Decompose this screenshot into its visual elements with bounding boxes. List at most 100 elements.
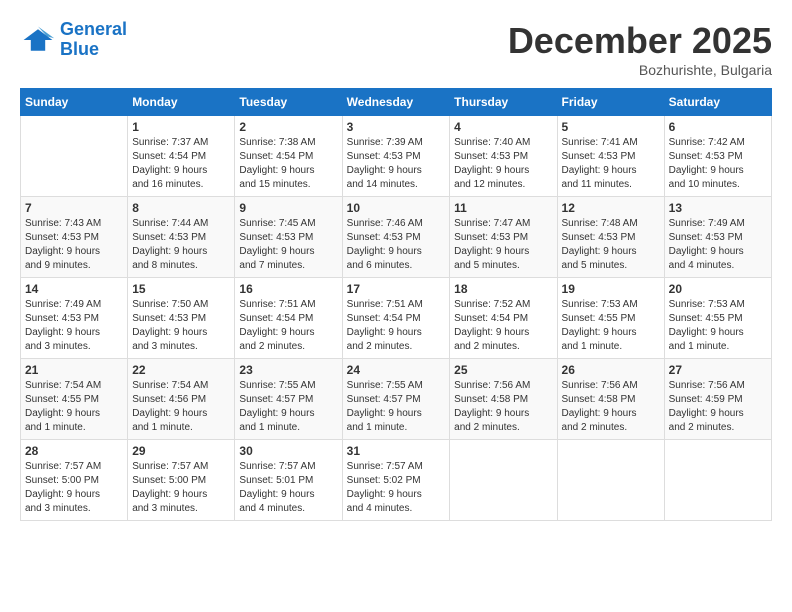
day-info: Sunrise: 7:42 AM Sunset: 4:53 PM Dayligh… — [669, 136, 767, 192]
weekday-header-friday: Friday — [557, 89, 664, 116]
day-info: Sunrise: 7:56 AM Sunset: 4:58 PM Dayligh… — [454, 379, 552, 435]
calendar-cell: 31 Sunrise: 7:57 AM Sunset: 5:02 PM Dayli… — [342, 440, 450, 521]
day-number: 27 — [669, 363, 767, 377]
day-number: 17 — [347, 282, 446, 296]
day-number: 20 — [669, 282, 767, 296]
day-number: 24 — [347, 363, 446, 377]
day-number: 1 — [132, 120, 230, 134]
calendar-cell — [557, 440, 664, 521]
day-info: Sunrise: 7:53 AM Sunset: 4:55 PM Dayligh… — [669, 298, 767, 354]
day-number: 7 — [25, 201, 123, 215]
day-number: 15 — [132, 282, 230, 296]
calendar-cell: 19 Sunrise: 7:53 AM Sunset: 4:55 PM Dayli… — [557, 278, 664, 359]
calendar-cell: 22 Sunrise: 7:54 AM Sunset: 4:56 PM Dayli… — [128, 359, 235, 440]
weekday-header-wednesday: Wednesday — [342, 89, 450, 116]
calendar-cell: 8Sunrise: 7:44 AM Sunset: 4:53 PM Daylig… — [128, 197, 235, 278]
day-number: 9 — [239, 201, 337, 215]
day-number: 11 — [454, 201, 552, 215]
weekday-header-saturday: Saturday — [664, 89, 771, 116]
day-number: 26 — [562, 363, 660, 377]
calendar-cell: 11 Sunrise: 7:47 AM Sunset: 4:53 PM Dayli… — [450, 197, 557, 278]
day-number: 13 — [669, 201, 767, 215]
day-number: 14 — [25, 282, 123, 296]
calendar-week-4: 21 Sunrise: 7:54 AM Sunset: 4:55 PM Dayli… — [21, 359, 772, 440]
day-number: 22 — [132, 363, 230, 377]
day-number: 31 — [347, 444, 446, 458]
day-number: 3 — [347, 120, 446, 134]
logo: General Blue — [20, 20, 127, 60]
calendar-cell: 15 Sunrise: 7:50 AM Sunset: 4:53 PM Dayli… — [128, 278, 235, 359]
day-number: 8 — [132, 201, 230, 215]
day-number: 30 — [239, 444, 337, 458]
calendar-cell — [450, 440, 557, 521]
calendar-cell: 3Sunrise: 7:39 AM Sunset: 4:53 PM Daylig… — [342, 116, 450, 197]
day-info: Sunrise: 7:57 AM Sunset: 5:00 PM Dayligh… — [25, 460, 123, 516]
day-number: 16 — [239, 282, 337, 296]
day-info: Sunrise: 7:50 AM Sunset: 4:53 PM Dayligh… — [132, 298, 230, 354]
day-info: Sunrise: 7:55 AM Sunset: 4:57 PM Dayligh… — [239, 379, 337, 435]
calendar-cell: 30 Sunrise: 7:57 AM Sunset: 5:01 PM Dayli… — [235, 440, 342, 521]
calendar-cell: 9 Sunrise: 7:45 AM Sunset: 4:53 PM Daylig… — [235, 197, 342, 278]
calendar-cell: 23 Sunrise: 7:55 AM Sunset: 4:57 PM Dayli… — [235, 359, 342, 440]
day-info: Sunrise: 7:56 AM Sunset: 4:59 PM Dayligh… — [669, 379, 767, 435]
location: Bozhurishte, Bulgaria — [508, 62, 772, 78]
day-info: Sunrise: 7:45 AM Sunset: 4:53 PM Dayligh… — [239, 217, 337, 273]
day-number: 6 — [669, 120, 767, 134]
day-number: 19 — [562, 282, 660, 296]
day-info: Sunrise: 7:53 AM Sunset: 4:55 PM Dayligh… — [562, 298, 660, 354]
calendar-cell: 12 Sunrise: 7:48 AM Sunset: 4:53 PM Dayli… — [557, 197, 664, 278]
day-info: Sunrise: 7:38 AM Sunset: 4:54 PM Dayligh… — [239, 136, 337, 192]
calendar-cell: 27 Sunrise: 7:56 AM Sunset: 4:59 PM Dayli… — [664, 359, 771, 440]
day-info: Sunrise: 7:48 AM Sunset: 4:53 PM Dayligh… — [562, 217, 660, 273]
day-info: Sunrise: 7:54 AM Sunset: 4:56 PM Dayligh… — [132, 379, 230, 435]
day-number: 18 — [454, 282, 552, 296]
day-info: Sunrise: 7:51 AM Sunset: 4:54 PM Dayligh… — [239, 298, 337, 354]
month-title: December 2025 — [508, 20, 772, 62]
calendar-cell: 20 Sunrise: 7:53 AM Sunset: 4:55 PM Dayli… — [664, 278, 771, 359]
day-info: Sunrise: 7:41 AM Sunset: 4:53 PM Dayligh… — [562, 136, 660, 192]
weekday-header-thursday: Thursday — [450, 89, 557, 116]
day-info: Sunrise: 7:57 AM Sunset: 5:00 PM Dayligh… — [132, 460, 230, 516]
day-number: 12 — [562, 201, 660, 215]
calendar-cell: 4Sunrise: 7:40 AM Sunset: 4:53 PM Daylig… — [450, 116, 557, 197]
day-number: 23 — [239, 363, 337, 377]
day-number: 4 — [454, 120, 552, 134]
calendar-week-3: 14Sunrise: 7:49 AM Sunset: 4:53 PM Dayli… — [21, 278, 772, 359]
day-number: 29 — [132, 444, 230, 458]
weekday-header-sunday: Sunday — [21, 89, 128, 116]
calendar-cell: 16 Sunrise: 7:51 AM Sunset: 4:54 PM Dayli… — [235, 278, 342, 359]
weekday-header-tuesday: Tuesday — [235, 89, 342, 116]
day-number: 28 — [25, 444, 123, 458]
day-info: Sunrise: 7:47 AM Sunset: 4:53 PM Dayligh… — [454, 217, 552, 273]
day-info: Sunrise: 7:57 AM Sunset: 5:01 PM Dayligh… — [239, 460, 337, 516]
calendar-cell: 26 Sunrise: 7:56 AM Sunset: 4:58 PM Dayli… — [557, 359, 664, 440]
calendar-cell: 6 Sunrise: 7:42 AM Sunset: 4:53 PM Daylig… — [664, 116, 771, 197]
day-info: Sunrise: 7:54 AM Sunset: 4:55 PM Dayligh… — [25, 379, 123, 435]
calendar-week-2: 7Sunrise: 7:43 AM Sunset: 4:53 PM Daylig… — [21, 197, 772, 278]
day-number: 21 — [25, 363, 123, 377]
calendar-cell — [664, 440, 771, 521]
calendar-cell: 13 Sunrise: 7:49 AM Sunset: 4:53 PM Dayli… — [664, 197, 771, 278]
calendar-cell: 14Sunrise: 7:49 AM Sunset: 4:53 PM Dayli… — [21, 278, 128, 359]
logo-icon — [20, 22, 56, 58]
day-info: Sunrise: 7:49 AM Sunset: 4:53 PM Dayligh… — [669, 217, 767, 273]
calendar-cell: 17Sunrise: 7:51 AM Sunset: 4:54 PM Dayli… — [342, 278, 450, 359]
weekday-header-row: SundayMondayTuesdayWednesdayThursdayFrid… — [21, 89, 772, 116]
calendar-week-1: 1 Sunrise: 7:37 AM Sunset: 4:54 PM Daylig… — [21, 116, 772, 197]
calendar-cell: 1 Sunrise: 7:37 AM Sunset: 4:54 PM Daylig… — [128, 116, 235, 197]
day-number: 10 — [347, 201, 446, 215]
calendar-cell — [21, 116, 128, 197]
day-info: Sunrise: 7:56 AM Sunset: 4:58 PM Dayligh… — [562, 379, 660, 435]
calendar-cell: 25Sunrise: 7:56 AM Sunset: 4:58 PM Dayli… — [450, 359, 557, 440]
calendar-cell: 29 Sunrise: 7:57 AM Sunset: 5:00 PM Dayli… — [128, 440, 235, 521]
calendar-cell: 2 Sunrise: 7:38 AM Sunset: 4:54 PM Daylig… — [235, 116, 342, 197]
day-info: Sunrise: 7:57 AM Sunset: 5:02 PM Dayligh… — [347, 460, 446, 516]
day-info: Sunrise: 7:37 AM Sunset: 4:54 PM Dayligh… — [132, 136, 230, 192]
day-info: Sunrise: 7:55 AM Sunset: 4:57 PM Dayligh… — [347, 379, 446, 435]
day-info: Sunrise: 7:52 AM Sunset: 4:54 PM Dayligh… — [454, 298, 552, 354]
day-number: 5 — [562, 120, 660, 134]
logo-text: General Blue — [60, 20, 127, 60]
weekday-header-monday: Monday — [128, 89, 235, 116]
calendar-cell: 5 Sunrise: 7:41 AM Sunset: 4:53 PM Daylig… — [557, 116, 664, 197]
day-number: 2 — [239, 120, 337, 134]
